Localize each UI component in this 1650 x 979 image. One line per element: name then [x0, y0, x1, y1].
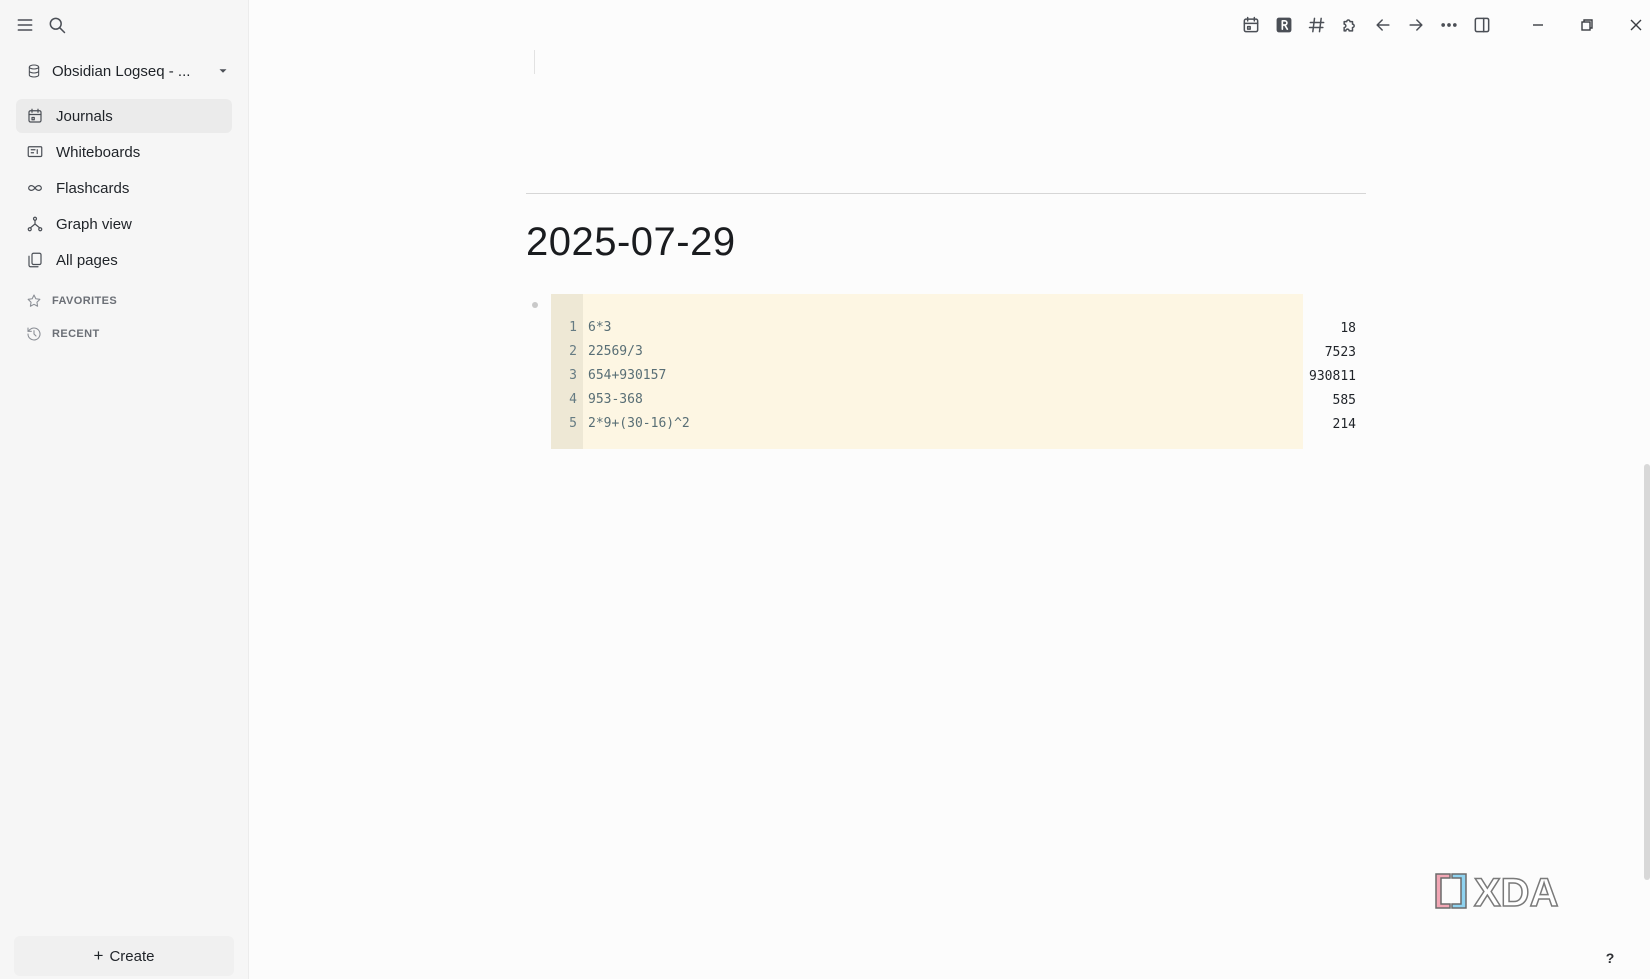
more-icon[interactable] — [1432, 8, 1465, 42]
graph-name: Obsidian Logseq - ... — [52, 62, 191, 80]
code-line[interactable]: 2*9+(30-16)^2 — [588, 412, 1303, 436]
journal-divider — [526, 193, 1366, 194]
recent-section[interactable]: RECENT — [26, 326, 100, 342]
code-lines[interactable]: 6*3 22569/3 654+930157 953-368 2*9+(30-1… — [583, 294, 1303, 449]
code-line[interactable]: 953-368 — [588, 388, 1303, 412]
r-icon[interactable] — [1267, 8, 1300, 42]
calc-result: 585 — [1332, 393, 1356, 408]
minimize-icon[interactable] — [1513, 8, 1562, 42]
sidebar-item-all-pages[interactable]: All pages — [16, 243, 232, 277]
arrow-right-icon[interactable] — [1399, 8, 1432, 42]
recent-label: RECENT — [52, 328, 100, 340]
sidebar-item-flashcards[interactable]: Flashcards — [16, 171, 232, 205]
line-number: 5 — [569, 416, 577, 431]
sidebar-nav: Journals Whiteboards Flashcards Graph vi… — [16, 99, 232, 279]
calc-results: 18 7523 930811 585 214 — [1304, 317, 1356, 437]
favorites-label: FAVORITES — [52, 295, 118, 307]
favorites-section[interactable]: FAVORITES — [26, 293, 117, 309]
calc-result: 7523 — [1324, 345, 1356, 360]
line-number-gutter: 1 2 3 4 5 — [551, 294, 583, 449]
create-button[interactable]: + Create — [14, 936, 234, 976]
calendar-icon[interactable] — [1234, 8, 1267, 42]
line-number: 2 — [569, 344, 577, 359]
plus-icon: + — [93, 946, 104, 965]
history-icon — [27, 327, 41, 341]
sidebar-item-label: All pages — [56, 251, 118, 269]
help-button[interactable]: ? — [1596, 944, 1624, 972]
restore-icon[interactable] — [1562, 8, 1611, 42]
sidebar-item-journals[interactable]: Journals — [16, 99, 232, 133]
create-label: Create — [109, 947, 155, 965]
watermark-text: XDA — [1474, 871, 1558, 915]
sidebar-item-graph-view[interactable]: Graph view — [16, 207, 232, 241]
line-number: 1 — [569, 320, 577, 335]
arrow-left-icon[interactable] — [1366, 8, 1399, 42]
graph-selector[interactable]: Obsidian Logseq - ... — [18, 54, 230, 88]
window-controls — [1513, 8, 1650, 42]
caret-down-icon — [219, 69, 227, 73]
infinity-icon — [28, 185, 42, 191]
close-icon[interactable] — [1611, 8, 1650, 42]
calc-result: 214 — [1332, 417, 1356, 432]
database-icon — [28, 64, 40, 78]
code-line[interactable]: 654+930157 — [588, 364, 1303, 388]
line-number: 4 — [569, 392, 577, 407]
calendar-icon — [28, 108, 42, 123]
calc-result: 930811 — [1309, 369, 1356, 384]
line-number: 3 — [569, 368, 577, 383]
code-line[interactable]: 22569/3 — [588, 340, 1303, 364]
menu-icon[interactable] — [14, 14, 36, 36]
puzzle-icon[interactable] — [1333, 8, 1366, 42]
sidebar-item-label: Whiteboards — [56, 143, 141, 161]
sidebar-item-label: Graph view — [56, 215, 132, 233]
previous-block-guide — [534, 50, 535, 74]
search-icon[interactable] — [46, 14, 68, 36]
xda-logo: XDA — [1435, 870, 1559, 916]
code-block[interactable]: 1 2 3 4 5 6*3 22569/3 654+930157 953-368… — [551, 294, 1303, 449]
calc-result: 18 — [1340, 321, 1356, 336]
pages-icon — [28, 252, 42, 268]
sidebar-item-label: Flashcards — [56, 179, 130, 197]
sidebar-item-label: Journals — [56, 107, 113, 125]
star-icon — [27, 294, 41, 307]
code-line[interactable]: 6*3 — [588, 316, 1303, 340]
whiteboard-icon — [27, 146, 43, 158]
top-toolbar — [1234, 8, 1498, 42]
sidebar-toggle-icon[interactable] — [1465, 8, 1498, 42]
scrollbar[interactable] — [1644, 464, 1650, 880]
page-title[interactable]: 2025-07-29 — [526, 220, 736, 265]
left-sidebar: Obsidian Logseq - ... Journals Whiteboar… — [0, 0, 249, 979]
block-bullet[interactable] — [532, 302, 538, 308]
hashtag-icon[interactable] — [1300, 8, 1333, 42]
sidebar-item-whiteboards[interactable]: Whiteboards — [16, 135, 232, 169]
graph-icon — [27, 216, 43, 232]
